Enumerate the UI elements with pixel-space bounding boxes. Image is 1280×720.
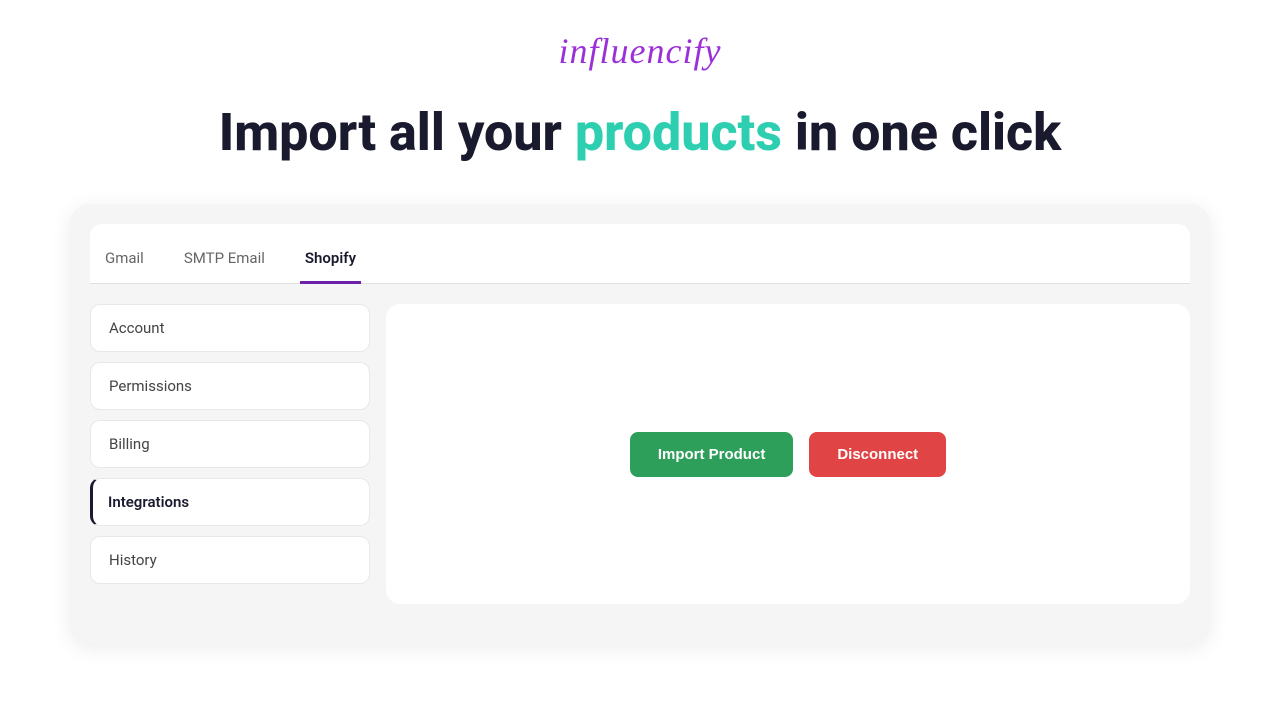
import-product-button[interactable]: Import Product — [630, 432, 794, 477]
disconnect-button[interactable]: Disconnect — [809, 432, 946, 477]
headline-suffix: in one click — [782, 102, 1061, 163]
content-area: Account Permissions Billing Integrations… — [90, 304, 1190, 604]
main-card: Gmail SMTP Email Shopify Account Permiss… — [70, 204, 1210, 644]
sidebar-item-account[interactable]: Account — [90, 304, 370, 352]
sidebar-item-history[interactable]: History — [90, 536, 370, 584]
page-headline: Import all your products in one click — [219, 102, 1061, 164]
sidebar-item-billing[interactable]: Billing — [90, 420, 370, 468]
tab-gmail[interactable]: Gmail — [100, 239, 149, 284]
headline-highlight: products — [575, 102, 782, 163]
sidebar: Account Permissions Billing Integrations… — [90, 304, 370, 604]
app-logo: influencify — [559, 30, 722, 72]
tab-shopify[interactable]: Shopify — [300, 239, 361, 284]
sidebar-item-permissions[interactable]: Permissions — [90, 362, 370, 410]
sidebar-item-integrations[interactable]: Integrations — [90, 478, 370, 526]
tab-smtp-email[interactable]: SMTP Email — [179, 239, 270, 284]
headline-prefix: Import all your — [219, 102, 575, 163]
tab-bar: Gmail SMTP Email Shopify — [90, 224, 1190, 284]
main-panel: Import Product Disconnect — [386, 304, 1190, 604]
